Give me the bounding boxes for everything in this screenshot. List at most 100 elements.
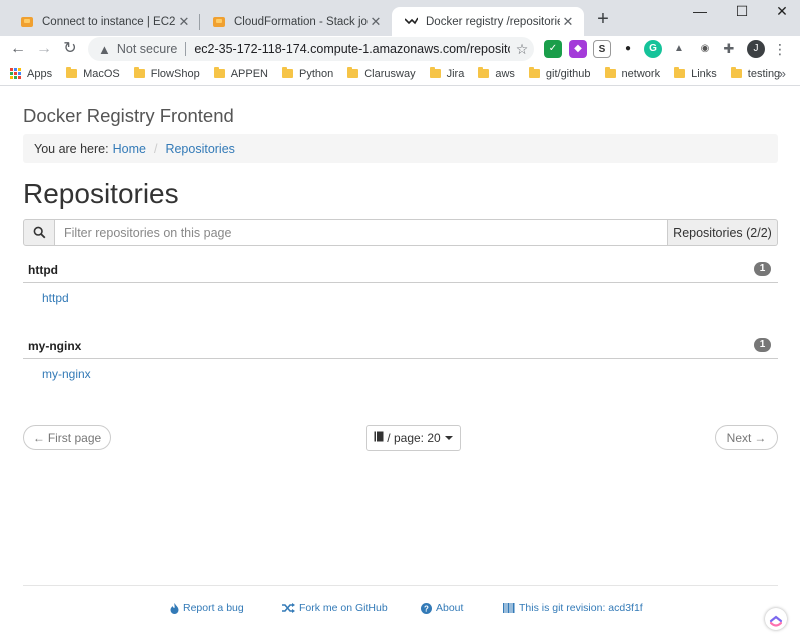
reload-icon[interactable]: ↻ bbox=[60, 39, 80, 59]
grammarly-icon[interactable]: G bbox=[644, 40, 662, 58]
repo-group-httpd: httpd 1 httpd bbox=[23, 261, 778, 305]
clickup-icon[interactable] bbox=[765, 608, 787, 630]
question-circle-icon: ? bbox=[421, 602, 432, 614]
report-bug-label: Report a bug bbox=[183, 602, 244, 614]
close-tab-icon[interactable]: ✕ bbox=[368, 14, 384, 30]
bookmark-jira[interactable]: Jira bbox=[429, 67, 464, 80]
fire-icon bbox=[170, 602, 179, 614]
folder-icon bbox=[281, 67, 293, 78]
tab-ec2[interactable]: Connect to instance | EC2 Manag ✕ bbox=[8, 7, 200, 36]
back-arrow-icon[interactable]: ← bbox=[8, 39, 28, 59]
extension-shield-icon[interactable]: ✓ bbox=[544, 40, 562, 58]
repo-link-my-nginx[interactable]: my-nginx bbox=[42, 367, 91, 381]
minimize-icon[interactable]: — bbox=[680, 0, 720, 24]
filter-repositories-input[interactable] bbox=[55, 219, 668, 246]
bookmark-star-icon[interactable]: ☆ bbox=[510, 41, 534, 58]
report-bug-link[interactable]: Report a bug bbox=[170, 602, 244, 614]
repo-count-badge: 1 bbox=[754, 338, 771, 352]
first-page-button[interactable]: ← First page bbox=[23, 425, 111, 450]
git-revision-label: This is git revision: acd3f1f bbox=[519, 602, 643, 614]
extensions-puzzle-icon[interactable]: ✚ bbox=[720, 40, 738, 58]
bookmark-network[interactable]: network bbox=[604, 67, 661, 80]
first-page-label: First page bbox=[47, 430, 102, 445]
about-label: About bbox=[436, 602, 464, 614]
extension-s-icon[interactable]: S bbox=[593, 40, 611, 58]
arrow-left-icon: ← bbox=[32, 430, 45, 445]
folder-icon bbox=[528, 67, 540, 78]
repositories-count: Repositories (2/2) bbox=[668, 219, 778, 246]
git-revision-link[interactable]: This is git revision: acd3f1f bbox=[503, 602, 643, 614]
search-icon bbox=[23, 219, 55, 246]
tab-cloudformation[interactable]: CloudFormation - Stack joe-blue ✕ bbox=[200, 7, 392, 36]
docker-whale-icon bbox=[404, 16, 418, 28]
bookmark-python[interactable]: Python bbox=[281, 67, 333, 80]
profile-avatar[interactable]: J bbox=[747, 40, 765, 58]
close-tab-icon[interactable]: ✕ bbox=[560, 14, 576, 30]
next-label: Next bbox=[726, 430, 752, 445]
fork-github-label: Fork me on GitHub bbox=[299, 602, 388, 614]
bookmark-label: git/github bbox=[545, 67, 591, 80]
browser-titlebar: Connect to instance | EC2 Manag ✕ CloudF… bbox=[0, 0, 800, 36]
folder-icon bbox=[478, 67, 490, 78]
browser-menu-icon[interactable]: ⋮ bbox=[773, 40, 787, 58]
breadcrumb-repositories-link[interactable]: Repositories bbox=[165, 142, 234, 156]
bookmark-git-github[interactable]: git/github bbox=[528, 67, 591, 80]
warning-triangle-icon[interactable]: ▲ bbox=[98, 42, 111, 57]
bookmark-apps[interactable]: Apps bbox=[10, 68, 52, 80]
footer-divider bbox=[23, 585, 778, 586]
breadcrumb-home-link[interactable]: Home bbox=[113, 142, 146, 156]
bookmark-label: aws bbox=[495, 67, 515, 80]
extension-puzzle-icon[interactable]: ◆ bbox=[569, 40, 587, 58]
url-text[interactable]: ec2-35-172-118-174.compute-1.amazonaws.c… bbox=[194, 42, 510, 56]
folder-icon bbox=[429, 67, 441, 78]
page-size-dropdown[interactable]: / page: 20 bbox=[366, 425, 461, 451]
tab-docker-registry[interactable]: Docker registry /repositories/20 ✕ bbox=[392, 7, 584, 36]
close-window-icon[interactable]: ✕ bbox=[762, 0, 800, 24]
bookmark-testing[interactable]: testing bbox=[730, 67, 781, 80]
repo-link-httpd[interactable]: httpd bbox=[42, 291, 69, 305]
new-tab-button[interactable]: + bbox=[592, 9, 614, 31]
folder-icon bbox=[674, 67, 686, 78]
bookmark-flowshop[interactable]: FlowShop bbox=[133, 67, 200, 80]
repo-namespace: my-nginx bbox=[28, 339, 82, 353]
not-secure-label[interactable]: Not secure bbox=[117, 42, 177, 56]
app-brand[interactable]: Docker Registry Frontend bbox=[23, 105, 234, 127]
shuffle-icon bbox=[282, 603, 295, 613]
bookmark-label: Clarusway bbox=[364, 67, 416, 80]
bookmark-label: MacOS bbox=[83, 67, 120, 80]
close-tab-icon[interactable]: ✕ bbox=[176, 14, 192, 30]
bookmark-links[interactable]: Links bbox=[674, 67, 717, 80]
drive-icon[interactable]: ▲ bbox=[670, 40, 688, 58]
repo-group-header: httpd 1 bbox=[23, 261, 778, 283]
fork-github-link[interactable]: Fork me on GitHub bbox=[282, 602, 388, 614]
bookmarks-bar: Apps MacOS FlowShop APPEN Python Clarusw… bbox=[0, 62, 800, 86]
about-link[interactable]: ? About bbox=[421, 602, 463, 614]
bookmark-label: Apps bbox=[27, 67, 53, 80]
bookmark-label: Links bbox=[691, 67, 717, 80]
next-page-button[interactable]: Next → bbox=[715, 425, 778, 450]
bookmark-macos[interactable]: MacOS bbox=[66, 67, 120, 80]
bookmark-label: APPEN bbox=[230, 67, 268, 80]
folder-icon bbox=[347, 67, 359, 78]
bookmark-label: network bbox=[621, 67, 661, 80]
address-bar[interactable]: ▲ Not secure ec2-35-172-118-174.compute-… bbox=[88, 37, 534, 61]
apps-grid-icon bbox=[10, 68, 21, 79]
repo-namespace: httpd bbox=[28, 263, 58, 277]
bookmarks-overflow-icon[interactable]: » bbox=[779, 66, 786, 81]
barcode-icon bbox=[503, 603, 515, 613]
breadcrumb-prefix: You are here: bbox=[34, 141, 109, 156]
breadcrumb: You are here: Home / Repositories bbox=[23, 134, 778, 163]
folder-icon bbox=[604, 67, 616, 78]
bookmark-label: testing bbox=[747, 67, 781, 80]
arrow-right-icon: → bbox=[754, 430, 767, 445]
bookmark-appen[interactable]: APPEN bbox=[213, 67, 268, 80]
maximize-icon[interactable]: ☐ bbox=[722, 0, 762, 24]
tab-title: Connect to instance | EC2 Manag bbox=[42, 15, 176, 28]
repository-filter: Repositories (2/2) bbox=[23, 219, 778, 246]
forward-arrow-icon[interactable]: → bbox=[34, 39, 54, 59]
bookmark-clarusway[interactable]: Clarusway bbox=[347, 67, 416, 80]
bookmark-aws[interactable]: aws bbox=[478, 67, 515, 80]
extension-eye-icon[interactable]: ◉ bbox=[696, 40, 714, 58]
extension-spy-icon[interactable]: ● bbox=[619, 40, 637, 58]
folder-icon bbox=[213, 67, 225, 78]
